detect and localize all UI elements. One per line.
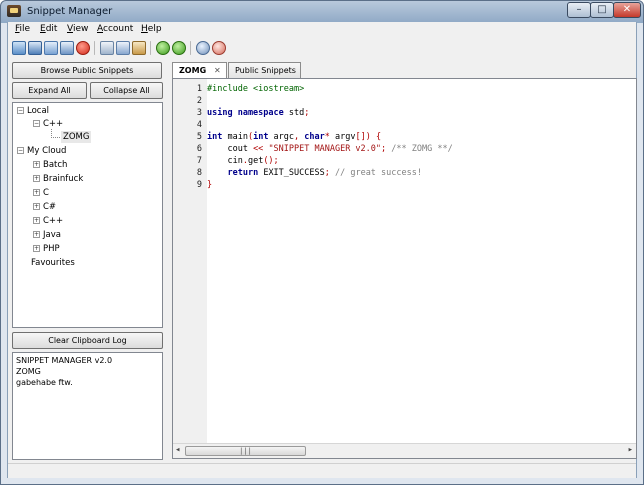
tree-label: My Cloud — [27, 146, 67, 156]
line-number: 9 — [196, 180, 202, 190]
tree-item-c[interactable]: + C — [33, 187, 49, 199]
toolbar-separator — [94, 41, 95, 55]
tree-item-local[interactable]: − Local — [17, 105, 49, 117]
tab-label: ZOMG — [179, 66, 207, 75]
expand-icon[interactable]: + — [33, 161, 40, 168]
expand-icon[interactable]: + — [33, 217, 40, 224]
clipboard-entry: gabehabe ftw. — [16, 378, 73, 387]
app-logo-icon — [7, 5, 21, 17]
tree-label: ZOMG — [63, 132, 90, 142]
tree-label: Local — [27, 106, 50, 116]
collapse-icon[interactable]: − — [17, 147, 24, 154]
tree-item-brainfuck[interactable]: + Brainfuck — [33, 173, 83, 185]
window-title: Snippet Manager — [27, 6, 113, 17]
toolbar — [8, 38, 636, 58]
line-number: 5 — [196, 132, 202, 142]
undo-icon[interactable] — [156, 41, 170, 55]
clipboard-entry: SNIPPET MANAGER v2.0 — [16, 356, 113, 365]
line-number: 2 — [196, 96, 202, 106]
tree-label: PHP — [43, 244, 60, 254]
menu-bar: File Edit View Account Help — [8, 22, 636, 38]
tree-item-favourites[interactable]: Favourites — [31, 257, 75, 269]
scrollbar-thumb[interactable]: ||| — [185, 446, 306, 456]
clear-clipboard-log-button[interactable]: Clear Clipboard Log — [12, 332, 163, 349]
tree-label: Java — [43, 230, 61, 240]
expand-icon[interactable]: + — [33, 175, 40, 182]
scroll-right-icon[interactable]: ▸ — [628, 445, 633, 455]
tree-item-cpp-cloud[interactable]: + C++ — [33, 215, 63, 227]
close-tab-icon[interactable]: ✕ — [214, 63, 221, 78]
tab-strip: ZOMG ✕ Public Snippets — [172, 62, 637, 78]
tree-label: C++ — [43, 216, 64, 226]
tree-label: Brainfuck — [43, 174, 84, 184]
horizontal-scrollbar[interactable]: ◂ ||| ▸ — [173, 443, 636, 458]
collapse-icon[interactable]: − — [33, 120, 40, 127]
expand-icon[interactable]: + — [33, 245, 40, 252]
menu-edit[interactable]: Edit — [40, 24, 57, 34]
tree-item-zomg[interactable]: ZOMG — [61, 131, 92, 143]
tree-label: Favourites — [31, 258, 75, 268]
tree-label: C++ — [43, 119, 64, 129]
find-replace-icon[interactable] — [212, 41, 226, 55]
paste2-icon[interactable] — [132, 41, 146, 55]
line-number: 8 — [196, 168, 202, 178]
toolbar-separator — [190, 41, 191, 55]
clipboard-log: SNIPPET MANAGER v2.0 ZOMG gabehabe ftw. — [12, 352, 163, 460]
scroll-left-icon[interactable]: ◂ — [175, 445, 180, 455]
close-button[interactable]: ✕ — [613, 2, 641, 18]
tab-label: Public Snippets — [235, 66, 296, 75]
expand-icon[interactable]: + — [33, 231, 40, 238]
snippet-tree[interactable]: − Local − C++ ZOMG − My Cloud + Batch + Brain… — [12, 102, 163, 328]
menu-view[interactable]: View — [67, 24, 88, 34]
left-pane: Browse Public Snippets Expand All Collap… — [12, 62, 167, 460]
expand-icon[interactable]: + — [33, 189, 40, 196]
line-number: 4 — [196, 120, 202, 130]
copy2-icon[interactable] — [116, 41, 130, 55]
app-window: Snippet Manager – □ ✕ File Edit View Acc… — [0, 0, 644, 485]
minimize-button[interactable]: – — [567, 2, 591, 18]
tree-label: C# — [43, 202, 57, 212]
line-number: 7 — [196, 156, 202, 166]
tree-item-php[interactable]: + PHP — [33, 243, 60, 255]
redo-icon[interactable] — [172, 41, 186, 55]
line-number: 6 — [196, 144, 202, 154]
tree-label: Batch — [43, 160, 68, 170]
menu-help[interactable]: Help — [141, 24, 162, 34]
find-icon[interactable] — [196, 41, 210, 55]
tab-zomg[interactable]: ZOMG ✕ — [172, 62, 227, 78]
toolbar-separator — [150, 41, 151, 55]
menu-account[interactable]: Account — [97, 24, 133, 34]
copy-icon[interactable] — [44, 41, 58, 55]
save-icon[interactable] — [28, 41, 42, 55]
collapse-all-button[interactable]: Collapse All — [90, 82, 163, 99]
title-bar[interactable]: Snippet Manager – □ ✕ — [1, 1, 643, 22]
tree-item-java[interactable]: + Java — [33, 229, 61, 241]
scrollbar-grip: ||| — [239, 447, 252, 455]
menu-file[interactable]: File — [15, 24, 30, 34]
tree-item-batch[interactable]: + Batch — [33, 159, 67, 171]
code-editor[interactable]: 1 #include <iostream> 2 3 using namespace … — [172, 78, 637, 459]
clipboard-entry: ZOMG — [16, 367, 41, 376]
cut-icon[interactable] — [100, 41, 114, 55]
tab-public-snippets[interactable]: Public Snippets — [228, 62, 301, 78]
expand-icon[interactable]: + — [33, 203, 40, 210]
new-icon[interactable] — [12, 41, 26, 55]
tree-item-csharp[interactable]: + C# — [33, 201, 56, 213]
line-number: 1 — [196, 84, 202, 94]
delete-icon[interactable] — [76, 41, 90, 55]
tree-item-my-cloud[interactable]: − My Cloud — [17, 145, 66, 157]
maximize-button[interactable]: □ — [590, 2, 614, 18]
client-area: File Edit View Account Help Browse Publi… — [7, 22, 637, 478]
line-number: 3 — [196, 108, 202, 118]
expand-all-button[interactable]: Expand All — [12, 82, 87, 99]
paste-icon[interactable] — [60, 41, 74, 55]
tree-connector — [51, 129, 60, 138]
status-bar — [8, 463, 636, 478]
collapse-icon[interactable]: − — [17, 107, 24, 114]
browse-public-snippets-button[interactable]: Browse Public Snippets — [12, 62, 162, 79]
tree-label: C — [43, 188, 49, 198]
